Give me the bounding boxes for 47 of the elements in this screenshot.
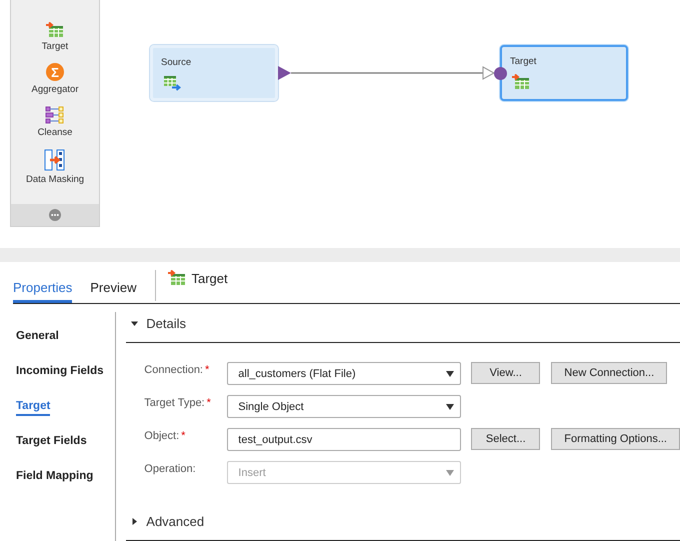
section-title[interactable]: Details xyxy=(146,316,186,330)
source-table-icon xyxy=(163,75,181,91)
data-masking-icon xyxy=(44,149,66,171)
panel-title: Target xyxy=(192,270,228,286)
dropdown-caret-icon xyxy=(446,470,454,476)
node-label: Source xyxy=(161,57,192,68)
target-table-icon xyxy=(46,22,64,38)
nav-item[interactable]: Target xyxy=(16,400,50,416)
action-button[interactable]: Select... xyxy=(471,428,540,450)
input-port-icon[interactable] xyxy=(494,67,507,80)
target-table-icon xyxy=(512,74,530,90)
nav-item[interactable]: Field Mapping xyxy=(16,470,94,486)
sigma-icon: Σ xyxy=(46,63,64,81)
required-mark: * xyxy=(206,397,211,409)
action-button[interactable]: Formatting Options... xyxy=(551,428,680,450)
required-mark: * xyxy=(205,364,210,376)
palette-item-label[interactable]: Target xyxy=(42,41,68,52)
cleanse-icon xyxy=(44,106,65,124)
panel-tab[interactable]: Properties xyxy=(13,267,72,303)
input-field[interactable]: test_output.csv xyxy=(227,428,462,451)
palette-item-label[interactable]: Data Masking xyxy=(26,174,84,185)
dropdown-field[interactable]: all_customers (Flat File) xyxy=(227,362,462,385)
node-card[interactable]: Target xyxy=(500,45,628,101)
action-button[interactable]: View... xyxy=(471,362,540,384)
required-mark: * xyxy=(181,430,186,442)
panel-tab[interactable]: Preview xyxy=(90,267,136,303)
expand-caret-icon[interactable] xyxy=(131,518,138,524)
dropdown-field[interactable]: Single Object xyxy=(227,395,462,418)
action-button[interactable]: New Connection... xyxy=(551,362,668,384)
nav-item[interactable]: General xyxy=(16,330,59,346)
nav-item[interactable]: Incoming Fields xyxy=(16,365,104,381)
dropdown-caret-icon xyxy=(446,404,454,410)
target-table-icon xyxy=(168,270,186,286)
field-label: Operation: xyxy=(144,463,196,475)
dropdown-caret-icon xyxy=(446,370,454,376)
input-arrow-icon xyxy=(482,66,496,80)
section-title[interactable]: Advanced xyxy=(146,514,204,528)
more-icon[interactable] xyxy=(49,209,61,221)
palette-item-label[interactable]: Aggregator xyxy=(31,84,78,95)
node-card[interactable]: Source xyxy=(150,45,278,101)
field-label: Connection: xyxy=(144,364,203,376)
field-label: Target Type: xyxy=(144,397,205,409)
palette-item-label[interactable]: Cleanse xyxy=(38,127,72,138)
collapse-caret-icon[interactable] xyxy=(131,320,138,326)
nav-item[interactable]: Target Fields xyxy=(16,435,87,451)
node-label: Target xyxy=(510,56,536,67)
field-label: Object: xyxy=(144,430,180,442)
